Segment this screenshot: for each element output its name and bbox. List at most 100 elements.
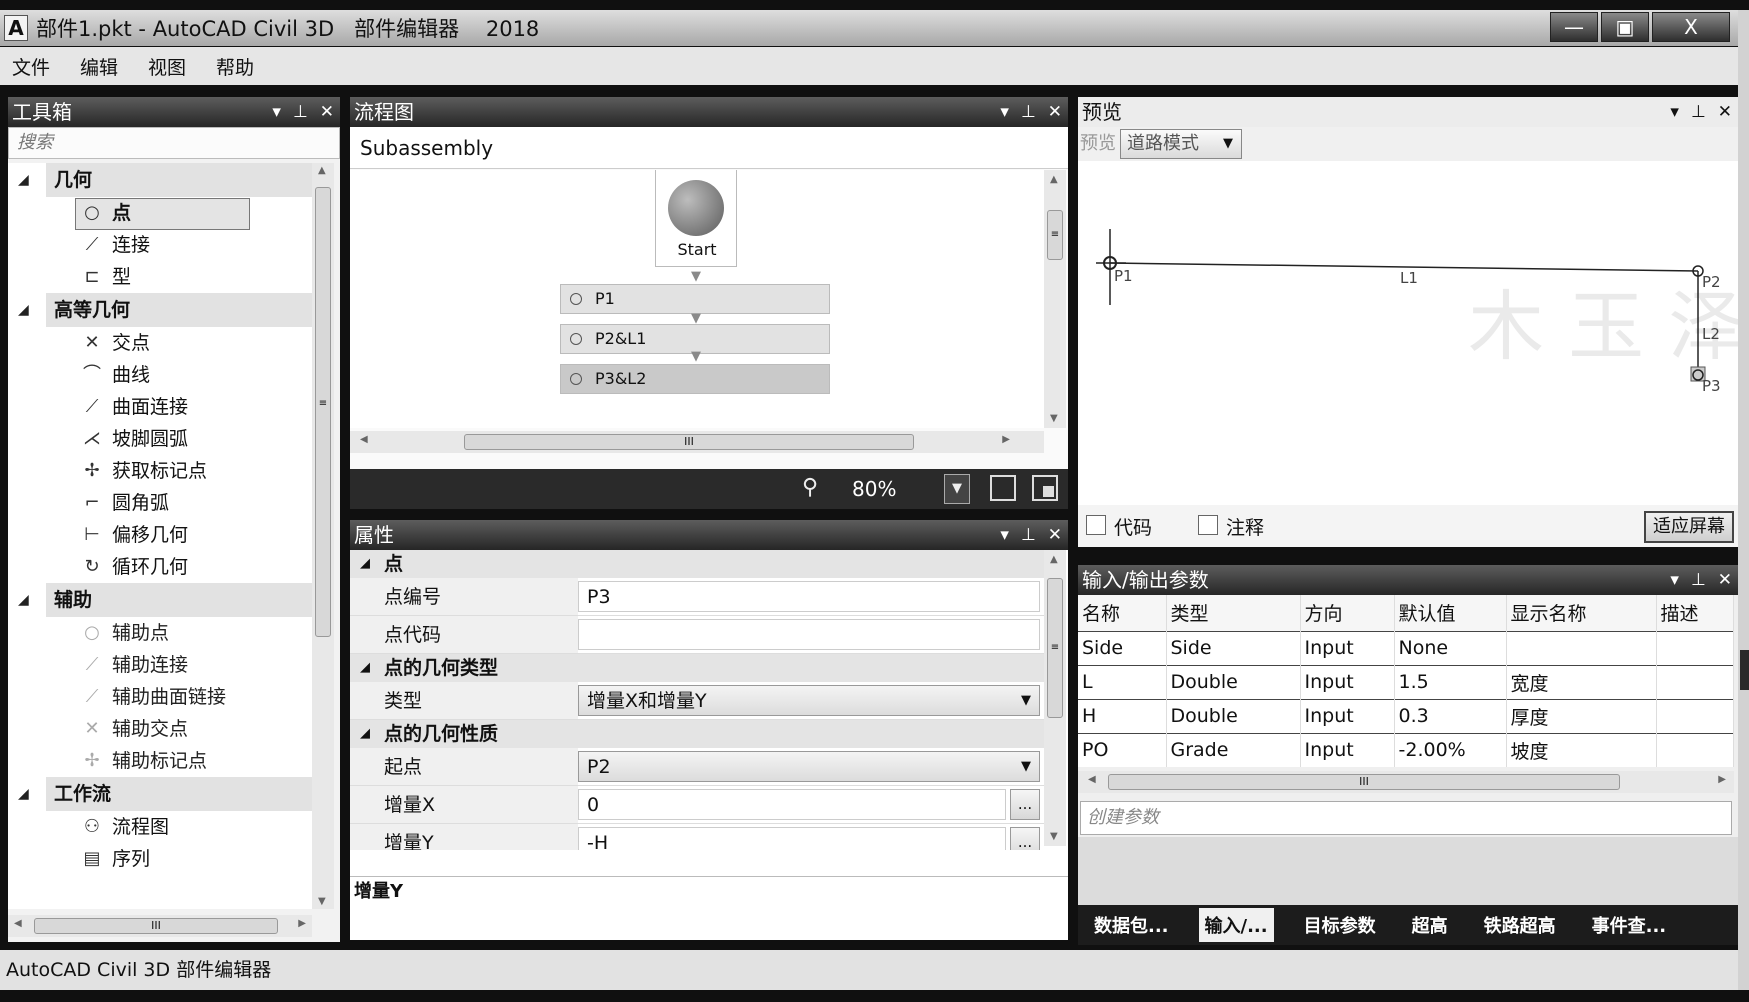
io-cell[interactable]: -2.00%: [1394, 732, 1507, 767]
toolbox-item[interactable]: ⌐ 圆角弧: [8, 487, 312, 519]
flow-node-p3l2[interactable]: P3&L2: [560, 364, 830, 394]
props-vertical-scrollbar[interactable]: ▲ ≡ ▼: [1044, 550, 1066, 846]
io-cell[interactable]: L: [1078, 664, 1167, 699]
close-button[interactable]: X: [1652, 12, 1730, 42]
col-default[interactable]: 默认值: [1394, 595, 1507, 631]
toolbox-category[interactable]: ◢ 几何: [18, 163, 312, 197]
io-cell[interactable]: [1656, 698, 1734, 733]
menu-help[interactable]: 帮助: [216, 53, 254, 80]
menu-edit[interactable]: 编辑: [80, 53, 118, 80]
collapse-icon[interactable]: ◢: [360, 654, 370, 682]
io-cell[interactable]: Double: [1166, 664, 1301, 699]
category-point[interactable]: ◢ 点: [350, 550, 1044, 578]
pin-icon[interactable]: ⊥: [1691, 97, 1706, 127]
toolbox-search-input[interactable]: 搜索: [8, 127, 340, 159]
io-cell[interactable]: H: [1078, 698, 1167, 733]
bottom-tab[interactable]: 事件查...: [1586, 908, 1673, 942]
io-cell[interactable]: [1506, 630, 1657, 665]
col-description[interactable]: 描述: [1656, 595, 1734, 631]
io-cell[interactable]: 宽度: [1506, 664, 1657, 699]
toolbox-item[interactable]: ⟋ 曲面连接: [8, 391, 312, 423]
toolbox-vertical-scrollbar[interactable]: ▲ ≡ ▼: [312, 163, 334, 909]
toolbox-item[interactable]: ✢ 获取标记点: [8, 455, 312, 487]
io-cell[interactable]: 1.5: [1394, 664, 1507, 699]
toolbox-category[interactable]: ◢ 辅助: [18, 583, 312, 617]
io-cell[interactable]: Input: [1300, 630, 1395, 665]
zoom-icon[interactable]: ⚲: [802, 475, 818, 500]
io-cell[interactable]: None: [1394, 630, 1507, 665]
toolbox-item[interactable]: ⟋ 辅助连接: [8, 649, 312, 681]
toolbox-item[interactable]: ✕ 交点: [8, 327, 312, 359]
pin-icon[interactable]: ⊥: [1021, 97, 1036, 127]
toolbox-category[interactable]: ◢ 工作流: [18, 777, 312, 811]
toolbox-item[interactable]: ⌒ 曲线: [8, 359, 312, 391]
toolbox-item[interactable]: ▤ 序列: [8, 843, 312, 875]
point-number-field[interactable]: P3: [578, 581, 1040, 612]
collapse-icon[interactable]: ◢: [360, 720, 370, 748]
toolbox-item[interactable]: ○ 点: [8, 197, 312, 230]
start-point-select[interactable]: P2 ▼: [578, 751, 1040, 782]
io-cell[interactable]: 0.3: [1394, 698, 1507, 733]
panel-close-icon[interactable]: ✕: [1048, 520, 1062, 550]
io-cell[interactable]: Grade: [1166, 732, 1301, 767]
toolbox-item[interactable]: ⋌ 坡脚圆弧: [8, 423, 312, 455]
category-geometry-props[interactable]: ◢ 点的几何性质: [350, 720, 1044, 748]
preview-mode-select[interactable]: 道路模式 ▼: [1120, 129, 1242, 159]
panel-menu-icon[interactable]: ▾: [1000, 520, 1009, 550]
col-direction[interactable]: 方向: [1300, 595, 1395, 631]
io-cell[interactable]: Input: [1300, 664, 1395, 699]
flow-node-p1[interactable]: P1: [560, 284, 830, 314]
minimize-button[interactable]: —: [1550, 12, 1598, 42]
io-table-row[interactable]: L Double Input 1.5 宽度: [1078, 664, 1734, 699]
app-logo-icon[interactable]: A: [4, 15, 28, 41]
collapse-icon[interactable]: ◢: [18, 583, 29, 617]
collapse-icon[interactable]: ◢: [18, 777, 29, 811]
collapse-icon[interactable]: ◢: [18, 293, 29, 327]
menu-file[interactable]: 文件: [12, 53, 50, 80]
fit-view-icon[interactable]: [990, 475, 1016, 501]
delta-y-field[interactable]: -H: [578, 827, 1006, 850]
fit-screen-button[interactable]: 适应屏幕: [1644, 511, 1734, 543]
collapse-icon[interactable]: ◢: [18, 163, 29, 197]
delta-x-expression-button[interactable]: ...: [1010, 789, 1040, 820]
panel-menu-icon[interactable]: ▾: [1000, 97, 1009, 127]
toolbox-item[interactable]: ⟋ 辅助曲面链接: [8, 681, 312, 713]
toolbox-item[interactable]: ⊏ 型: [8, 261, 312, 293]
io-cell[interactable]: Double: [1166, 698, 1301, 733]
pin-icon[interactable]: ⊥: [1021, 520, 1036, 550]
type-select[interactable]: 增量X和增量Y ▼: [578, 685, 1040, 716]
create-param-input[interactable]: 创建参数: [1080, 801, 1732, 835]
code-checkbox[interactable]: [1086, 515, 1106, 535]
io-cell[interactable]: [1656, 664, 1734, 699]
io-cell[interactable]: 厚度: [1506, 698, 1657, 733]
panel-close-icon[interactable]: ✕: [1718, 565, 1732, 595]
io-cell[interactable]: Side: [1166, 630, 1301, 665]
delta-x-field[interactable]: 0: [578, 789, 1006, 820]
point-code-field[interactable]: [578, 619, 1040, 650]
start-node[interactable]: Start: [655, 170, 737, 267]
panel-close-icon[interactable]: ✕: [1048, 97, 1062, 127]
io-cell[interactable]: [1656, 732, 1734, 767]
toolbox-item[interactable]: ○ 辅助点: [8, 617, 312, 649]
io-horizontal-scrollbar[interactable]: ◀ III ▶: [1078, 771, 1734, 793]
panel-menu-icon[interactable]: ▾: [272, 97, 281, 127]
io-table-row[interactable]: PO Grade Input -2.00% 坡度: [1078, 732, 1734, 767]
delta-y-expression-button[interactable]: ...: [1010, 827, 1040, 850]
toolbox-item[interactable]: ⊢ 偏移几何: [8, 519, 312, 551]
io-table-row[interactable]: Side Side Input None: [1078, 630, 1734, 665]
toolbox-item[interactable]: ⟋ 连接: [8, 229, 312, 261]
panel-menu-icon[interactable]: ▾: [1670, 97, 1679, 127]
io-cell[interactable]: [1656, 630, 1734, 665]
toolbox-item[interactable]: ⚇ 流程图: [8, 811, 312, 843]
preview-canvas[interactable]: 木 玉 泽 P1 P2 P3 L1 L2: [1078, 163, 1744, 503]
panel-menu-icon[interactable]: ▾: [1670, 565, 1679, 595]
menu-view[interactable]: 视图: [148, 53, 186, 80]
io-cell[interactable]: Side: [1078, 630, 1167, 665]
pin-icon[interactable]: ⊥: [1691, 565, 1706, 595]
toolbox-item[interactable]: ✕ 辅助交点: [8, 713, 312, 745]
io-cell[interactable]: PO: [1078, 732, 1167, 767]
toolbox-item[interactable]: ↻ 循环几何: [8, 551, 312, 583]
io-cell[interactable]: Input: [1300, 698, 1395, 733]
io-cell[interactable]: Input: [1300, 732, 1395, 767]
annotation-checkbox[interactable]: [1198, 515, 1218, 535]
